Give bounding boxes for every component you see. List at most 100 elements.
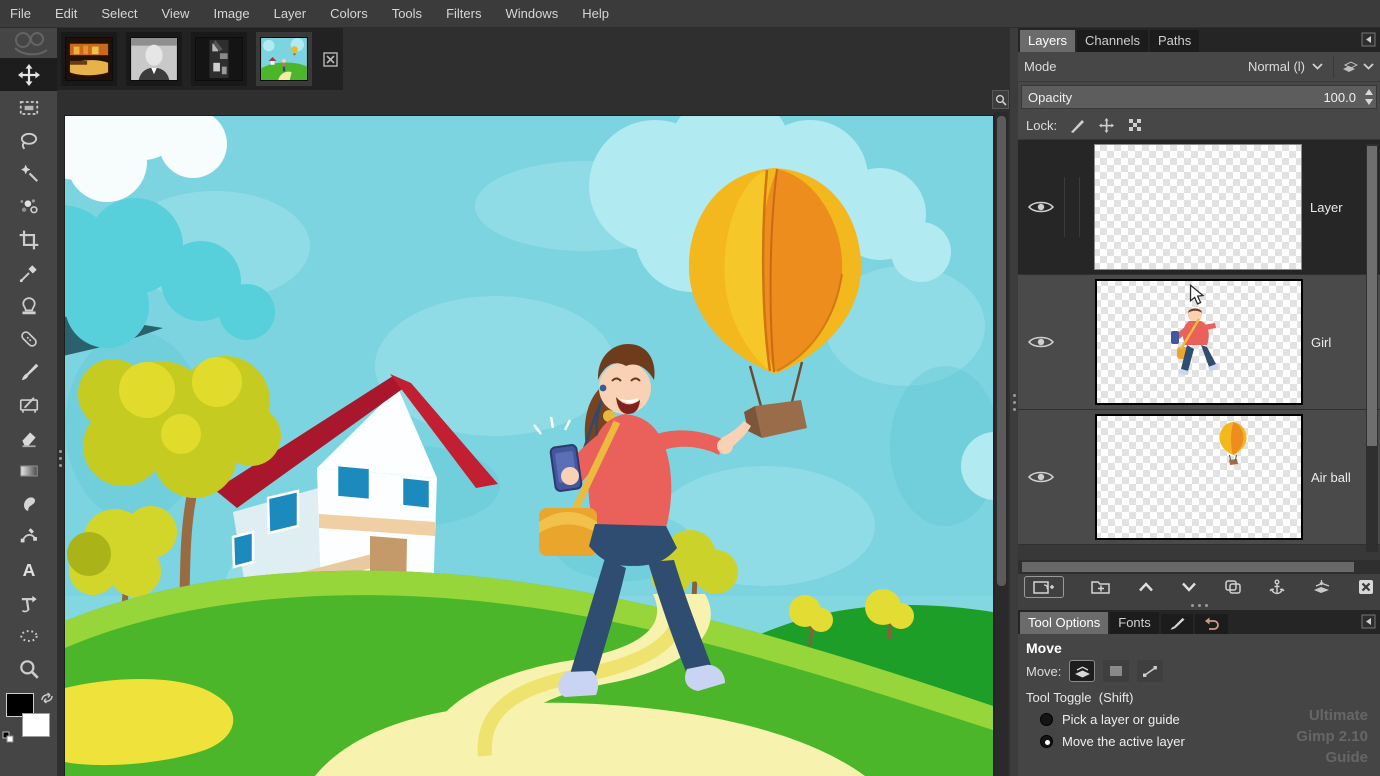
gradient-tool[interactable] [0,454,57,487]
layer-list-scrollbar-thumb[interactable] [1367,146,1377,446]
layer-list-hscrollbar[interactable] [1018,560,1380,574]
move-tool[interactable] [0,58,57,91]
rectangle-select-tool[interactable] [0,91,57,124]
tab-layers[interactable]: Layers [1020,30,1075,52]
image-tab-thumbnail-warm [65,37,113,81]
duplicate-layer-button[interactable] [1224,576,1242,598]
free-select-tool[interactable] [0,124,57,157]
menu-layer[interactable]: Layer [274,6,307,21]
layer-thumbnail-transparent[interactable] [1094,144,1302,270]
layer-row-air-ball[interactable]: Air ball [1018,410,1380,545]
eraser-tool[interactable] [0,421,57,454]
menu-colors[interactable]: Colors [330,6,368,21]
menu-file[interactable]: File [10,6,31,21]
tab-fonts[interactable]: Fonts [1110,612,1159,634]
layer-thumbnail-air-balloon[interactable] [1095,414,1303,540]
move-path-button[interactable] [1137,660,1163,682]
clone-tool[interactable] [0,289,57,322]
paths-tool[interactable] [0,520,57,553]
lower-layer-button[interactable] [1181,576,1197,598]
menu-edit[interactable]: Edit [55,6,77,21]
dock-menu-button[interactable] [1361,614,1376,629]
layer-row-layer[interactable]: Layer [1018,140,1380,275]
delete-layer-button[interactable] [1358,576,1374,598]
menu-image[interactable]: Image [213,6,249,21]
zoom-tool[interactable] [0,652,57,685]
opacity-spinner[interactable] [1364,88,1374,106]
merge-layer-button[interactable] [1312,576,1331,598]
tool-toggle-label: Tool Toggle (Shift) [1026,690,1372,705]
tool-options-tabs: Tool Options Fonts [1018,610,1380,634]
menu-help[interactable]: Help [582,6,609,21]
new-layer-group-button[interactable] [1091,576,1111,598]
ink-pen-icon [18,394,40,416]
opacity-slider[interactable]: Opacity 100.0 [1021,85,1377,109]
tab-brushes[interactable] [1161,614,1193,634]
fuzzy-select-tool[interactable] [0,157,57,190]
image-tab-4-active[interactable] [256,32,312,86]
menu-view[interactable]: View [162,6,190,21]
crop-icon [18,229,40,251]
layer-thumbnail-girl[interactable] [1095,279,1303,405]
layer-name[interactable]: Air ball [1311,470,1351,485]
dock-resize-handle[interactable] [1018,600,1380,610]
move-layer-button[interactable] [1069,660,1095,682]
shear-tool[interactable] [0,586,57,619]
folder-plus-icon [1091,579,1111,595]
lock-label: Lock: [1026,118,1057,133]
right-dock-panel: Layers Channels Paths Mode Normal (l) Op… [1018,28,1380,776]
layer-row-girl[interactable]: Girl [1018,275,1380,410]
text-tool[interactable]: A [0,553,57,586]
visibility-toggle[interactable] [1018,199,1064,215]
lock-position-icon[interactable] [1098,117,1115,134]
dock-menu-icon [1361,32,1376,47]
anchor-layer-button[interactable] [1269,576,1285,598]
toolbox-splitter-handle[interactable] [57,428,64,488]
smudge-tool[interactable] [0,487,57,520]
tab-undo-history[interactable] [1195,614,1228,634]
ink-tool[interactable] [0,388,57,421]
image-tab-3[interactable] [191,32,247,86]
background-color-swatch[interactable] [22,713,50,737]
canvas-vertical-scrollbar[interactable] [994,112,1008,776]
menu-tools[interactable]: Tools [392,6,422,21]
move-selection-button[interactable] [1103,660,1129,682]
layer-list-hscrollbar-thumb[interactable] [1022,562,1354,572]
visibility-toggle[interactable] [1018,469,1064,485]
measure-tool[interactable] [0,619,57,652]
dock-menu-button[interactable] [1361,32,1376,47]
crop-tool[interactable] [0,223,57,256]
move-layer-icon [1074,665,1091,678]
tab-paths[interactable]: Paths [1150,30,1199,52]
default-colors-icon[interactable] [2,731,14,743]
mode-dropdown[interactable]: Normal (l) [1248,59,1323,74]
lock-alpha-icon[interactable] [1127,117,1144,134]
canvas-zoom-toggle-button[interactable] [992,90,1009,109]
layer-list-scrollbar[interactable] [1366,144,1378,552]
menu-filters[interactable]: Filters [446,6,481,21]
image-tab-2[interactable] [126,32,182,86]
menu-windows[interactable]: Windows [505,6,558,21]
lock-pixels-icon[interactable] [1069,117,1086,134]
canvas-vertical-scrollbar-thumb[interactable] [997,116,1006,586]
swap-colors-icon[interactable] [40,691,54,705]
tab-tool-options[interactable]: Tool Options [1020,612,1108,634]
layer-name[interactable]: Girl [1311,335,1331,350]
paintbrush-tool[interactable] [0,355,57,388]
canvas-image[interactable] [65,116,993,776]
tab-channels[interactable]: Channels [1077,30,1148,52]
color-picker-tool[interactable] [0,256,57,289]
heal-tool[interactable] [0,322,57,355]
panel-splitter-handle[interactable] [1010,28,1018,776]
select-by-color-tool[interactable] [0,190,57,223]
spin-up-icon [1364,88,1374,96]
layer-name[interactable]: Layer [1310,200,1343,215]
mode-switch-dropdown[interactable] [1333,56,1374,78]
close-image-tab-button[interactable] [323,52,338,67]
raise-layer-button[interactable] [1138,576,1154,598]
new-layer-button[interactable] [1024,576,1064,598]
menu-select[interactable]: Select [101,6,137,21]
image-tab-1[interactable] [61,32,117,86]
layer-list: Layer [1018,140,1380,560]
visibility-toggle[interactable] [1018,334,1064,350]
